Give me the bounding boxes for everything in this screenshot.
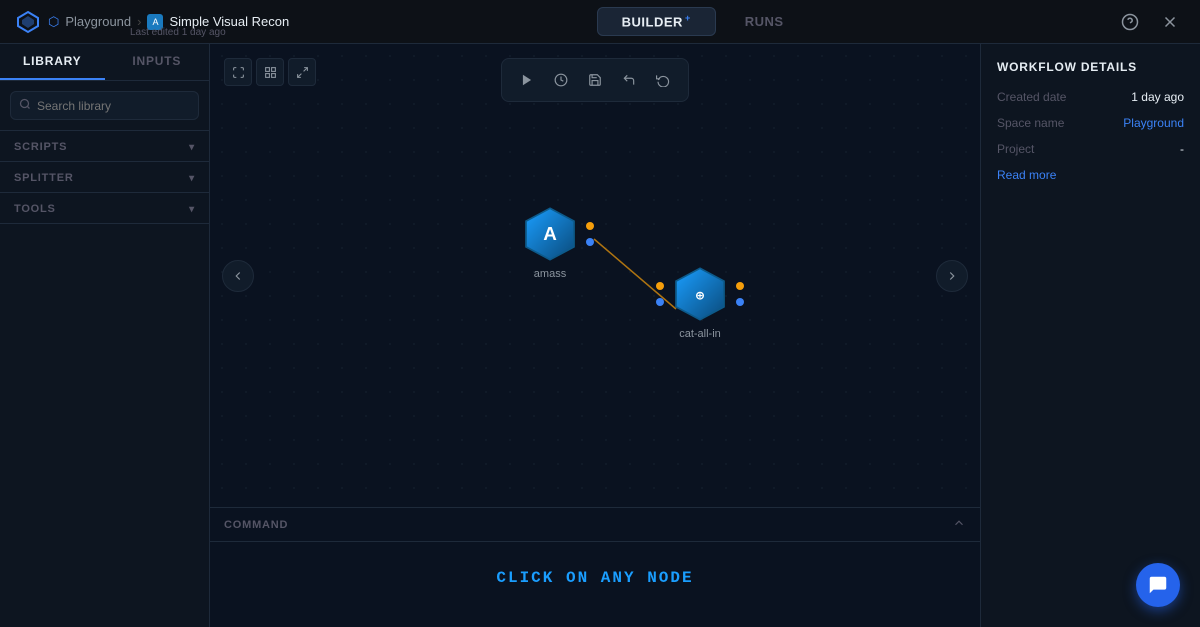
- chevron-tools-icon: ▾: [189, 204, 195, 215]
- amass-connector-blue: [586, 238, 594, 246]
- cat-all-in-label: cat-all-in: [679, 328, 721, 340]
- chat-bubble[interactable]: [1136, 563, 1180, 607]
- command-section: COMMAND CLICK ON ANY NODE: [210, 507, 980, 627]
- nav-arrow-left[interactable]: [222, 260, 254, 292]
- cat-connectors-right: [736, 282, 744, 306]
- divider-4: [0, 223, 209, 224]
- panel-row-created: Created date 1 day ago: [997, 90, 1184, 104]
- cat-connector-right-blue: [736, 298, 744, 306]
- zoom-expand-button[interactable]: [256, 58, 284, 86]
- connection-lines: [210, 44, 980, 507]
- search-input[interactable]: [37, 99, 192, 113]
- right-panel: WORKFLOW DETAILS Created date 1 day ago …: [980, 44, 1200, 627]
- undo-button[interactable]: [614, 65, 644, 95]
- canvas[interactable]: A amass: [210, 44, 980, 507]
- tab-builder[interactable]: BUILDER+: [597, 7, 716, 35]
- tab-runs[interactable]: RUNS: [720, 7, 809, 35]
- play-button[interactable]: [512, 65, 542, 95]
- panel-value-space[interactable]: Playground: [1123, 116, 1184, 130]
- sidebar-tab-inputs[interactable]: INPUTS: [105, 44, 210, 80]
- panel-value-project: -: [1180, 142, 1184, 156]
- help-button[interactable]: [1116, 8, 1144, 36]
- panel-key-space: Space name: [997, 116, 1064, 130]
- app-logo: [16, 10, 40, 34]
- node-cat-all-in-wrapper: ⊕: [670, 264, 730, 324]
- breadcrumb-playground[interactable]: Playground: [65, 14, 131, 29]
- canvas-area: A amass: [210, 44, 980, 627]
- panel-value-created: 1 day ago: [1131, 90, 1184, 104]
- main-layout: LIBRARY INPUTS SCRIPTS ▾ SPLITTER ▾ TOOL…: [0, 44, 1200, 627]
- sidebar-section-scripts[interactable]: SCRIPTS ▾: [0, 131, 209, 161]
- command-label: COMMAND: [224, 519, 288, 531]
- amass-label: amass: [534, 268, 566, 280]
- sidebar-section-splitter[interactable]: SPLITTER ▾: [0, 162, 209, 192]
- topbar-tabs: BUILDER+ RUNS: [597, 7, 809, 35]
- topbar: ⬡ Playground › A Simple Visual Recon Las…: [0, 0, 1200, 44]
- command-header: COMMAND: [210, 508, 980, 542]
- node-amass-wrapper: A: [520, 204, 580, 264]
- chevron-scripts-icon: ▾: [189, 142, 195, 153]
- search-icon: [19, 98, 31, 113]
- cat-connector-right-yellow: [736, 282, 744, 290]
- node-cat-all-in[interactable]: ⊕ cat-all-in: [670, 264, 730, 340]
- svg-text:A: A: [543, 223, 557, 244]
- node-amass[interactable]: A amass: [520, 204, 580, 280]
- zoom-controls: [224, 58, 316, 86]
- last-edited: Last edited 1 day ago: [130, 27, 226, 38]
- topbar-left: ⬡ Playground › A Simple Visual Recon Las…: [16, 10, 289, 34]
- sidebar-section-tools[interactable]: TOOLS ▾: [0, 193, 209, 223]
- playground-icon: ⬡: [48, 14, 59, 30]
- svg-text:⊕: ⊕: [696, 288, 705, 304]
- canvas-toolbar: [501, 58, 689, 102]
- click-node-text: CLICK ON ANY NODE: [496, 569, 693, 587]
- amass-connector-yellow: [586, 222, 594, 230]
- zoom-fullscreen-button[interactable]: [288, 58, 316, 86]
- sidebar: LIBRARY INPUTS SCRIPTS ▾ SPLITTER ▾ TOOL…: [0, 44, 210, 627]
- history-button[interactable]: [648, 65, 678, 95]
- schedule-button[interactable]: [546, 65, 576, 95]
- sidebar-tabs: LIBRARY INPUTS: [0, 44, 209, 81]
- cat-connectors-left: [656, 282, 664, 306]
- builder-badge: +: [685, 13, 691, 23]
- amass-connectors-right: [586, 222, 594, 246]
- panel-key-project: Project: [997, 142, 1034, 156]
- cat-all-in-hex-icon: ⊕: [670, 264, 730, 324]
- search-box[interactable]: [10, 91, 199, 120]
- chevron-splitter-icon: ▾: [189, 173, 195, 184]
- close-button[interactable]: [1156, 8, 1184, 36]
- amass-hex-icon: A: [520, 204, 580, 264]
- zoom-fit-button[interactable]: [224, 58, 252, 86]
- cat-connector-left-yellow: [656, 282, 664, 290]
- sidebar-tab-library[interactable]: LIBRARY: [0, 44, 105, 80]
- save-button[interactable]: [580, 65, 610, 95]
- command-collapse-button[interactable]: [952, 516, 966, 533]
- panel-row-space: Space name Playground: [997, 116, 1184, 130]
- read-more-link[interactable]: Read more: [997, 168, 1184, 182]
- nav-arrow-right[interactable]: [936, 260, 968, 292]
- panel-title: WORKFLOW DETAILS: [997, 60, 1184, 74]
- topbar-right: [1116, 8, 1184, 36]
- panel-row-project: Project -: [997, 142, 1184, 156]
- panel-key-created: Created date: [997, 90, 1066, 104]
- cat-connector-left-blue: [656, 298, 664, 306]
